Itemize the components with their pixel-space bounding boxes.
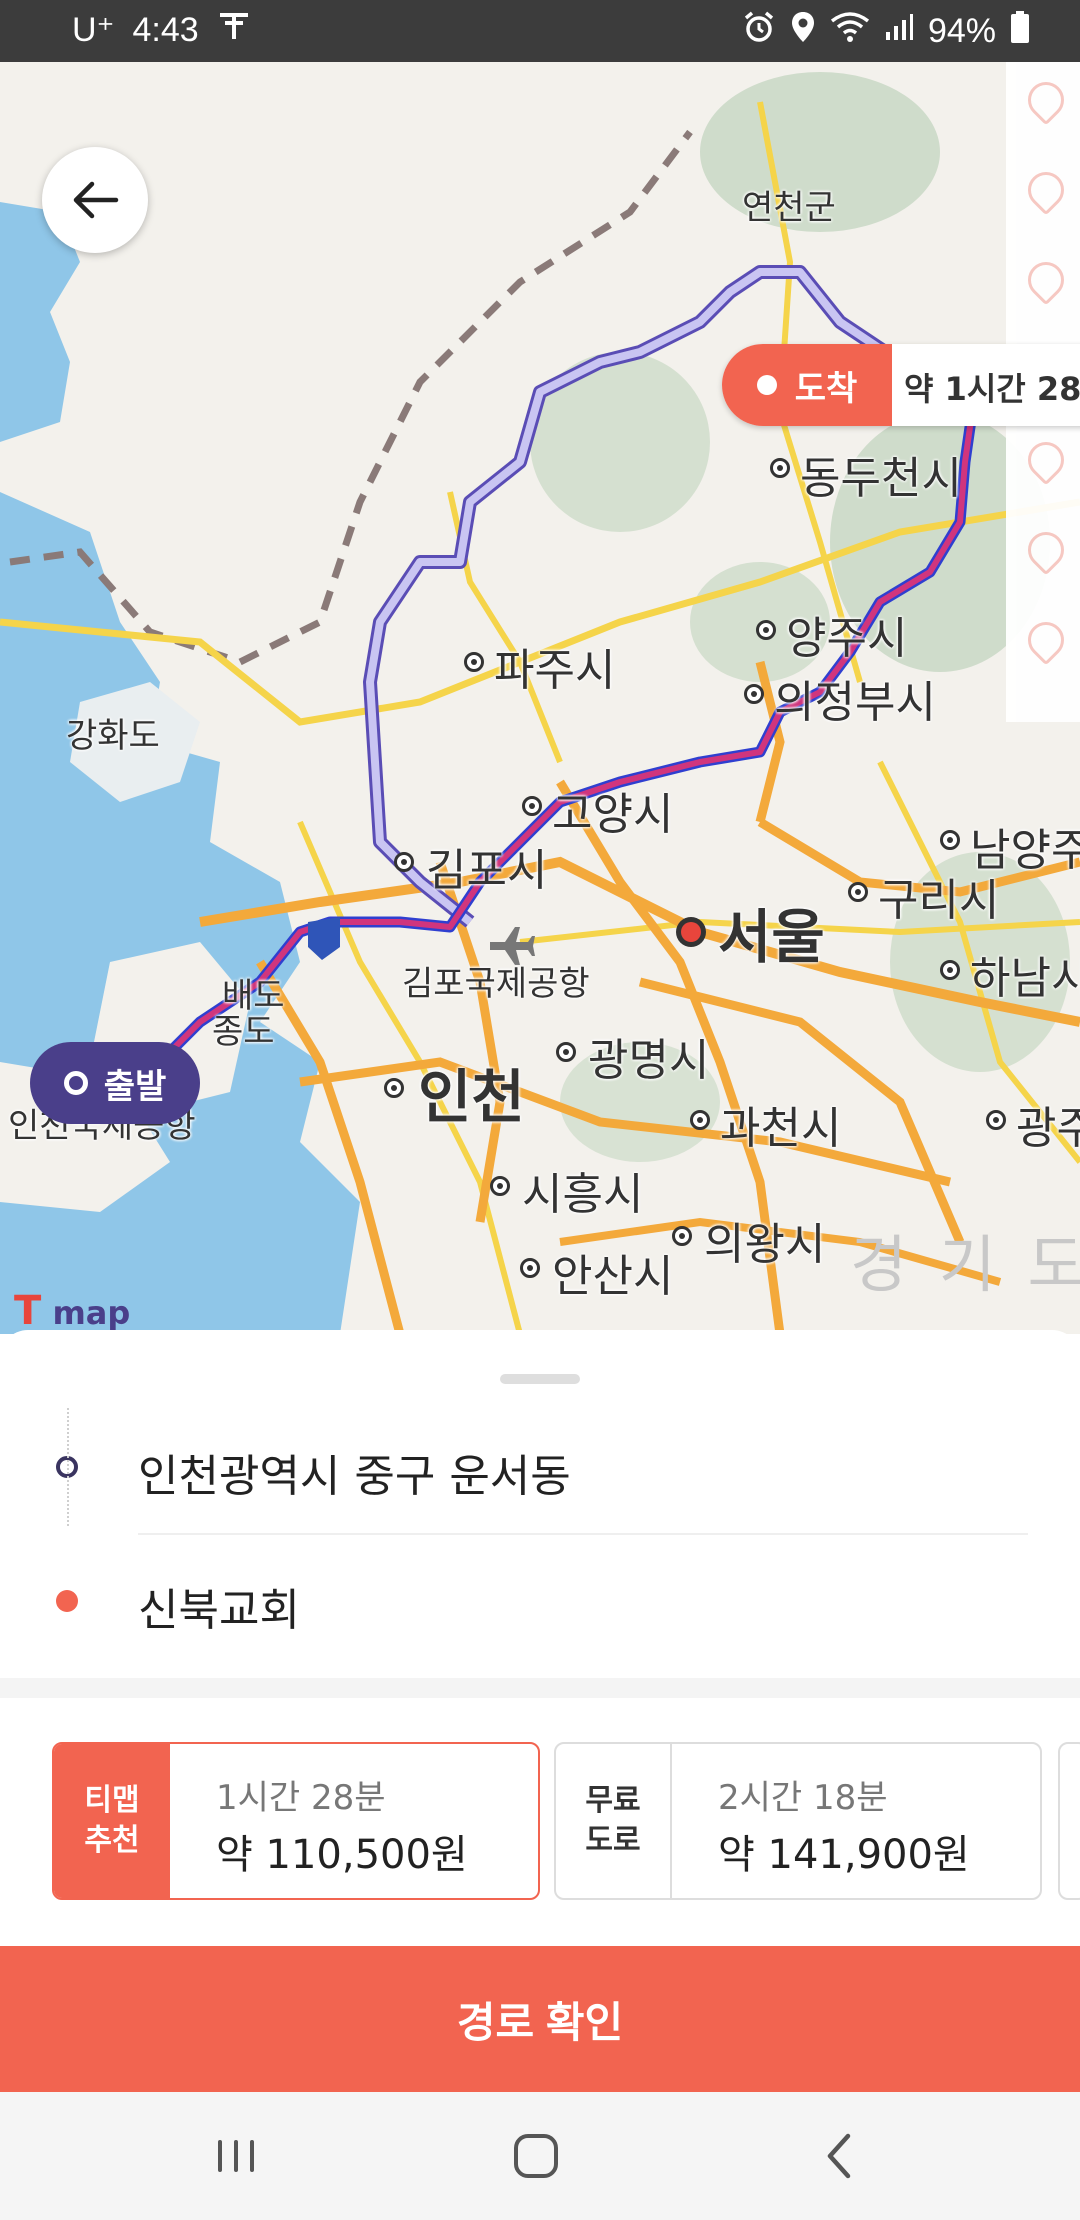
marker-icon	[1020, 524, 1072, 576]
battery-icon	[1010, 10, 1030, 53]
city-dot	[672, 1226, 692, 1246]
place-label: 광주	[1016, 1103, 1080, 1154]
departure-label: 출발	[103, 1066, 167, 1107]
place-label: 김포시	[426, 845, 548, 896]
arrival-marker[interactable]: 도착 약 1시간 28	[722, 344, 1080, 426]
place-label: 인천	[418, 1063, 525, 1131]
marker-icon	[1020, 614, 1072, 666]
marker-icon	[1020, 254, 1072, 306]
confirm-route-button[interactable]: 경로 확인	[0, 1946, 1080, 2092]
route-fare: 약 141,900원	[718, 1832, 970, 1878]
place-label: 파주시	[494, 645, 616, 696]
system-back-button[interactable]	[800, 2124, 880, 2188]
origin-row[interactable]: 인천광역시 중구 운서동	[0, 1416, 1080, 1516]
city-dot	[848, 882, 868, 902]
region-label: 경 기 도	[850, 1228, 1080, 1301]
badge-line: 티맵	[84, 1783, 140, 1818]
destination-row[interactable]: 신북교회	[0, 1550, 1080, 1650]
tmap-logo: T map	[14, 1288, 130, 1334]
home-icon	[514, 2134, 558, 2178]
city-dot	[690, 1110, 710, 1130]
badge-line: 도로	[585, 1823, 641, 1858]
place-label: 의왕시	[704, 1219, 826, 1270]
destination-dot-icon	[56, 1590, 78, 1612]
place-label: 과천시	[720, 1103, 842, 1154]
marker-icon	[1020, 74, 1072, 126]
departure-ring-icon	[63, 1071, 88, 1095]
divider	[138, 1533, 1028, 1535]
city-dot	[520, 1258, 540, 1278]
city-dot	[986, 1110, 1006, 1130]
destination-text: 신북교회	[138, 1585, 300, 1636]
city-dot	[522, 796, 542, 816]
chevron-left-icon	[827, 2133, 851, 2179]
place-label: 구리시	[878, 875, 1000, 926]
place-label: 강화도	[66, 716, 160, 756]
arrival-tag: 도착	[722, 344, 892, 426]
place-label: 연천군	[742, 188, 836, 228]
place-label: 하남시	[970, 953, 1080, 1004]
city-dot	[464, 652, 484, 672]
city-dot	[384, 1078, 404, 1098]
route-option-next-peek[interactable]	[1058, 1742, 1080, 1900]
place-label: 안산시	[552, 1251, 674, 1302]
route-duration: 2시간 18분	[718, 1778, 888, 1818]
back-button[interactable]	[42, 147, 148, 253]
wifi-icon	[830, 11, 870, 52]
carrier-label: U⁺	[72, 11, 115, 49]
arrival-dot-icon	[756, 375, 777, 395]
route-map[interactable]: 연천군 동두천시 양주시 파주시 의정부시 강화도 고양시 김포시 남양주 구리…	[0, 62, 1080, 1334]
marker-icon	[1020, 164, 1072, 216]
place-label: 고양시	[552, 789, 674, 840]
system-navigation-bar	[0, 2092, 1080, 2220]
route-connector-line	[67, 1408, 69, 1526]
place-label: 의정부시	[774, 677, 936, 728]
marker-icon	[1020, 434, 1072, 486]
place-label: 종도	[212, 1012, 275, 1052]
route-option-free-road[interactable]: 무료도로 2시간 18분 약 141,900원	[554, 1742, 1042, 1900]
recent-apps-icon	[218, 2140, 254, 2172]
place-label: 양주시	[786, 613, 908, 664]
clock: 4:43	[132, 10, 199, 49]
route-duration: 1시간 28분	[216, 1778, 386, 1818]
place-label: 시흥시	[522, 1169, 644, 1220]
tmap-notification-icon	[217, 11, 251, 50]
sheet-drag-handle[interactable]	[500, 1374, 580, 1384]
place-label: 광명시	[588, 1035, 710, 1086]
badge-line: 무료	[585, 1783, 641, 1818]
city-dot	[940, 830, 960, 850]
route-fare: 약 110,500원	[216, 1832, 468, 1878]
battery-percent: 94%	[927, 12, 996, 50]
arrow-left-icon	[73, 181, 119, 219]
route-badge: 티맵추천	[54, 1744, 170, 1898]
section-gap	[0, 1678, 1080, 1698]
recent-apps-button[interactable]	[196, 2124, 276, 2188]
location-icon	[790, 10, 816, 53]
city-dot	[756, 620, 776, 640]
alarm-icon	[742, 10, 776, 53]
city-dot	[556, 1042, 576, 1062]
status-bar: U⁺ 4:43 94%	[0, 0, 1080, 62]
home-button[interactable]	[496, 2124, 576, 2188]
arrival-eta: 약 1시간 28	[904, 370, 1080, 408]
city-dot	[770, 458, 790, 478]
route-option-recommended[interactable]: 티맵추천 1시간 28분 약 110,500원	[52, 1742, 540, 1900]
city-dot	[394, 852, 414, 872]
city-dot	[490, 1176, 510, 1196]
arrival-label: 도착	[794, 368, 858, 409]
place-label-capital: 서울	[718, 903, 825, 971]
signal-icon	[884, 12, 914, 51]
route-badge: 무료도로	[556, 1744, 672, 1898]
place-label: 김포국제공항	[402, 964, 590, 1004]
place-label: 동두천시	[800, 453, 962, 504]
city-dot	[744, 684, 764, 704]
badge-line: 추천	[84, 1823, 140, 1858]
tmap-logo-text: map	[52, 1294, 131, 1332]
city-dot	[940, 960, 960, 980]
departure-marker[interactable]: 출발	[30, 1042, 200, 1124]
origin-text: 인천광역시 중구 운서동	[138, 1451, 571, 1502]
tmap-logo-mark-icon: T	[14, 1288, 42, 1334]
